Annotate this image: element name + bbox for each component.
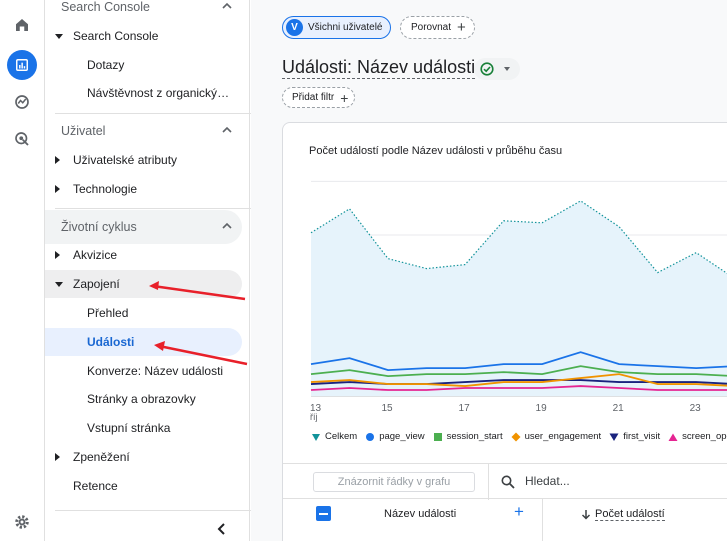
legend-marker-icon (609, 433, 619, 441)
legend-label: user_engagement (524, 431, 602, 442)
legend-label: screen_ope (682, 431, 727, 442)
legend-marker-icon (668, 433, 678, 441)
nav-item-landing-page[interactable]: Vstupní stránka (45, 414, 242, 442)
column-header-event-name[interactable]: Název události (384, 508, 456, 520)
icon-rail (0, 0, 97, 541)
caret-down-icon (504, 67, 510, 71)
legend-item[interactable]: first_visit (609, 431, 660, 442)
x-tick-label: 19 (536, 403, 548, 414)
divider (542, 499, 543, 541)
chart-card: Počet událostí podle Název události v pr… (282, 122, 727, 541)
legend-marker-icon (433, 432, 442, 441)
chevron-up-icon (222, 126, 232, 133)
plus-icon: + (457, 19, 466, 36)
expand-triangle-icon (55, 453, 60, 461)
sort-arrow-down-icon (581, 510, 591, 520)
table-header: Název události + Počet událostí (283, 499, 727, 541)
add-dimension-icon[interactable]: + (514, 503, 524, 520)
report-status-dropdown[interactable] (474, 58, 520, 80)
x-tick-label: 17 (459, 403, 471, 414)
legend-item[interactable]: screen_ope (668, 431, 727, 442)
add-filter-button[interactable]: Přidat filtr + (282, 87, 356, 108)
nav-item-monetization[interactable]: Zpeněžení (45, 443, 242, 471)
expand-triangle-icon (55, 156, 60, 164)
nav-item-organic-traffic[interactable]: Návštěvnost z organických vyhledávání (45, 79, 235, 107)
annotation-arrow-icon (154, 341, 248, 366)
chevron-up-icon (222, 2, 232, 9)
segment-all-users-chip[interactable]: V Všichni uživatelé (282, 16, 392, 39)
nav-item-user-attributes[interactable]: Uživatelské atributy (45, 146, 242, 174)
legend-item[interactable]: session_start (433, 431, 503, 442)
collapse-triangle-icon (55, 34, 63, 39)
nav-item-search-console[interactable]: Search Console (45, 22, 242, 50)
nav-item-technology[interactable]: Technologie (45, 175, 242, 203)
expand-triangle-icon (55, 185, 60, 193)
legend-item[interactable]: page_view (365, 431, 425, 442)
reports-navigation: Search Console Search Console Dotazy Náv… (45, 0, 285, 541)
legend-item[interactable]: user_engagement (511, 431, 602, 442)
section-uzivatel[interactable]: Uživatel (45, 114, 242, 148)
nav-item-dotazy[interactable]: Dotazy (45, 51, 242, 79)
reports-icon[interactable] (7, 50, 37, 80)
legend-label: page_view (379, 431, 425, 442)
legend-item[interactable]: Celkem (311, 431, 357, 442)
nav-item-retention[interactable]: Retence (45, 472, 242, 500)
legend-marker-icon (511, 432, 521, 441)
collapse-triangle-icon (55, 282, 63, 287)
section-title: Search Console (61, 0, 150, 14)
search-icon (501, 475, 515, 489)
column-header-event-count[interactable]: Počet událostí (581, 508, 665, 521)
settings-gear-icon[interactable] (7, 507, 37, 537)
segment-label: Všichni uživatelé (308, 22, 383, 33)
chart-legend: Celkem page_view session_start user_engagem… (311, 431, 727, 442)
page-title[interactable]: Události: Název události (282, 56, 476, 79)
check-circle-icon (480, 62, 494, 76)
table-toolbar: Znázornit řádky v grafu Hledat... (283, 463, 727, 500)
section-search-console[interactable]: Search Console (45, 0, 242, 24)
table-search-input[interactable]: Hledat... (525, 474, 570, 488)
annotation-arrow-icon (149, 281, 246, 301)
legend-marker-icon (366, 432, 375, 441)
legend-marker-icon (312, 433, 320, 441)
compare-button[interactable]: Porovnat + (400, 16, 475, 39)
legend-label: session_start (446, 431, 503, 442)
events-line-chart[interactable]: 13říj15171921232 (283, 123, 727, 433)
chevron-up-icon (222, 222, 232, 229)
divider (488, 464, 489, 500)
chevron-left-icon[interactable] (215, 522, 227, 536)
explore-icon[interactable] (7, 87, 37, 117)
select-all-checkbox[interactable] (316, 506, 331, 521)
plot-rows-button[interactable]: Znázornit řádky v grafu (313, 472, 475, 492)
home-icon[interactable] (7, 10, 37, 40)
nav-item-pages-screens[interactable]: Stránky a obrazovky (45, 385, 242, 413)
nav-item-overview[interactable]: Přehled (45, 299, 242, 327)
expand-triangle-icon (55, 251, 60, 259)
plus-icon: + (340, 89, 349, 106)
x-tick-label: 23 (690, 403, 702, 414)
legend-label: Celkem (325, 431, 358, 442)
legend-label: first_visit (623, 431, 661, 442)
main-content: V Všichni uživatelé Porovnat + Události:… (251, 0, 727, 541)
x-tick-label: 21 (613, 403, 625, 414)
section-lifecycle[interactable]: Životní cyklus (45, 210, 242, 244)
advertising-icon[interactable] (7, 124, 37, 154)
segment-badge: V (286, 19, 303, 36)
nav-item-acquisition[interactable]: Akvizice (45, 241, 242, 269)
x-tick-sublabel: říj (310, 412, 318, 422)
x-tick-label: 15 (381, 403, 393, 414)
